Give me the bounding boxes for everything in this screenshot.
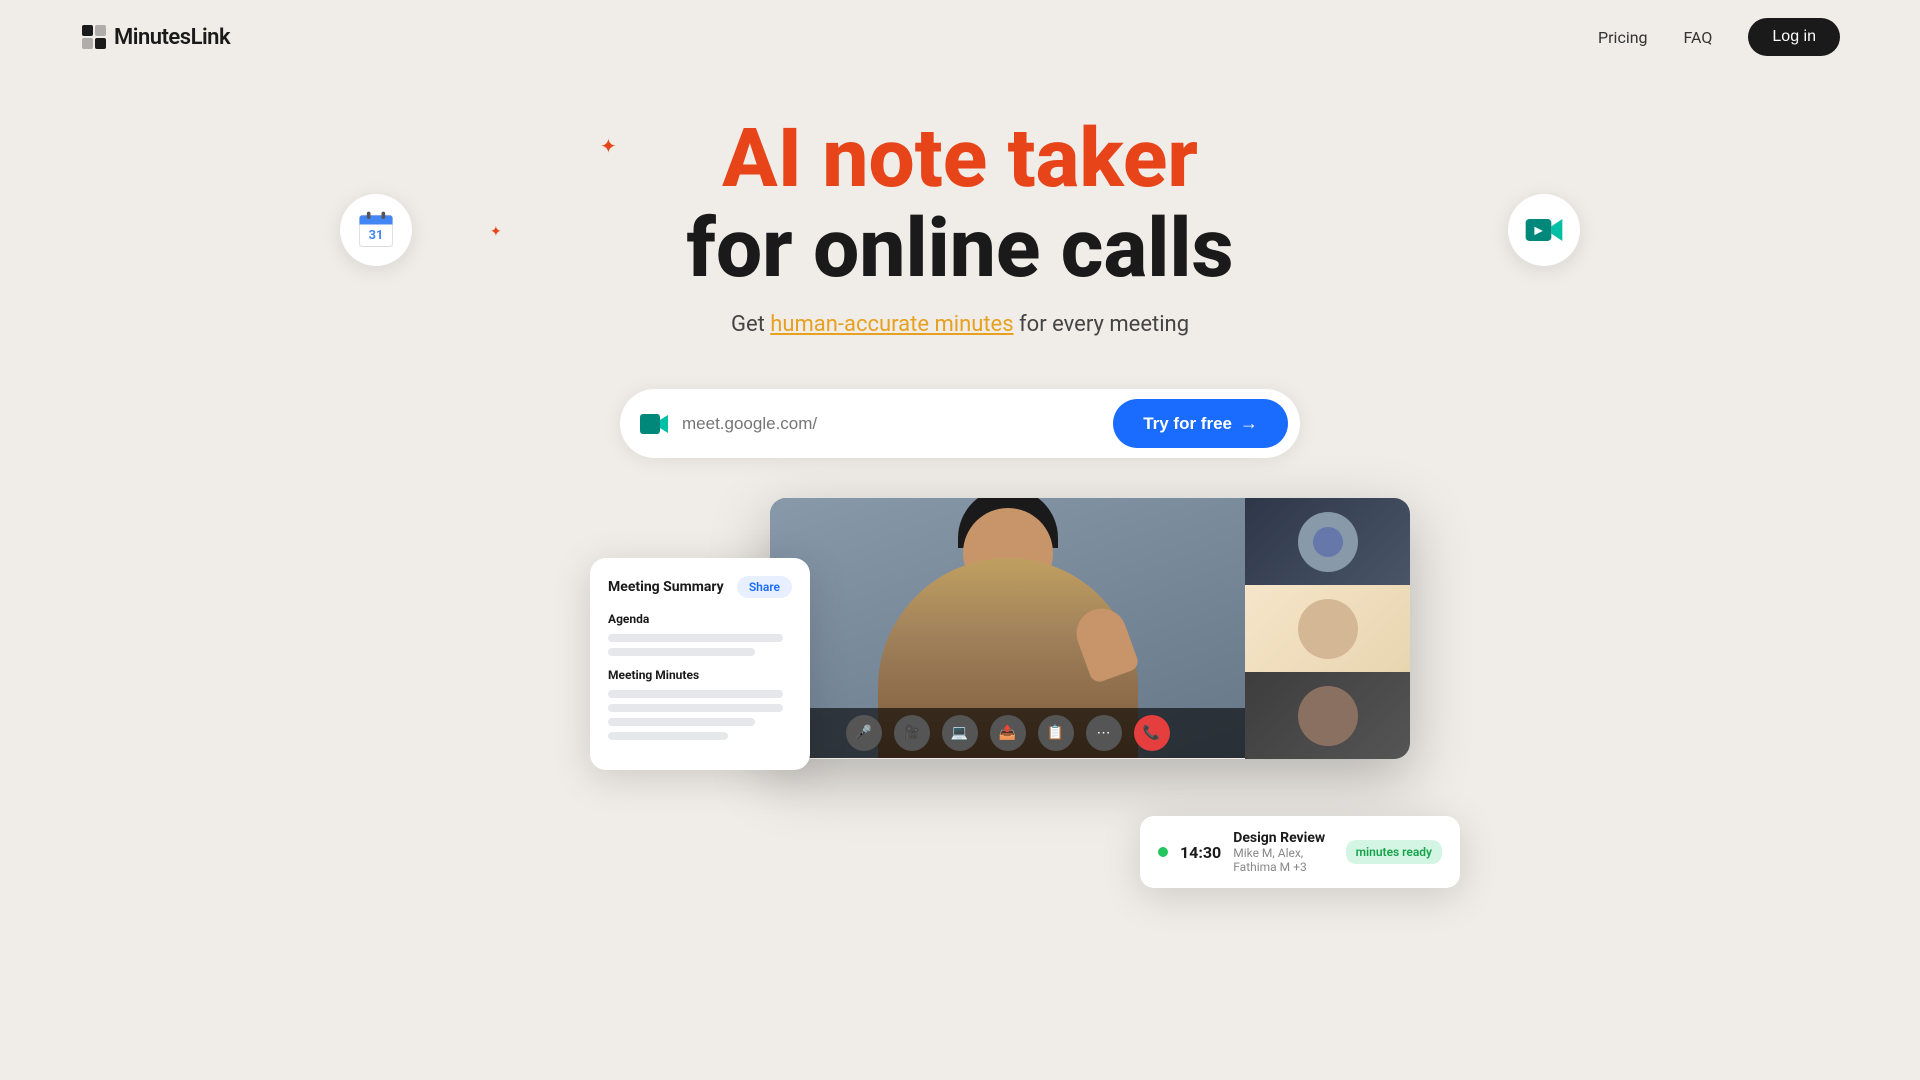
screen-share-button[interactable]: 💻 bbox=[942, 715, 978, 751]
agenda-line-2 bbox=[608, 648, 755, 656]
try-free-button[interactable]: Try for free → bbox=[1113, 399, 1288, 448]
url-input[interactable] bbox=[682, 414, 1113, 434]
sparkle-icon-2: ✦ bbox=[490, 224, 502, 240]
minutes-line-2 bbox=[608, 704, 783, 712]
pricing-link[interactable]: Pricing bbox=[1598, 28, 1648, 47]
thumb-person-3 bbox=[1245, 672, 1410, 759]
thumb-person-2 bbox=[1245, 585, 1410, 672]
card-minutes-section: Meeting Minutes bbox=[608, 668, 792, 740]
whiteboard-button[interactable]: 📋 bbox=[1038, 715, 1074, 751]
demo-area: Meeting Summary Share Agenda Meeting Min… bbox=[460, 498, 1460, 898]
agenda-line-1 bbox=[608, 634, 783, 642]
minutes-line-1 bbox=[608, 690, 783, 698]
login-button[interactable]: Log in bbox=[1748, 18, 1840, 56]
main-video: 🎤 🎥 💻 📤 📋 ⋯ 📞 bbox=[770, 498, 1245, 758]
notif-time: 14:30 bbox=[1180, 843, 1221, 862]
video-controls: 🎤 🎥 💻 📤 📋 ⋯ 📞 bbox=[770, 708, 1245, 758]
notif-info: Design Review Mike M, Alex, Fathima M +3 bbox=[1233, 830, 1333, 874]
share-button[interactable]: 📤 bbox=[990, 715, 1026, 751]
svg-text:▶: ▶ bbox=[1534, 226, 1544, 237]
video-call-mockup: 🎤 🎥 💻 📤 📋 ⋯ 📞 bbox=[770, 498, 1410, 759]
more-button[interactable]: ⋯ bbox=[1086, 715, 1122, 751]
notif-status-badge: minutes ready bbox=[1346, 840, 1442, 864]
meeting-summary-card: Meeting Summary Share Agenda Meeting Min… bbox=[590, 558, 810, 770]
end-call-button[interactable]: 📞 bbox=[1134, 715, 1170, 751]
notif-active-dot bbox=[1158, 847, 1168, 857]
subtitle-highlight: human-accurate minutes bbox=[770, 312, 1013, 337]
minutes-line-4 bbox=[608, 732, 728, 740]
svg-text:31: 31 bbox=[369, 228, 384, 243]
meeting-notification: 14:30 Design Review Mike M, Alex, Fathim… bbox=[1140, 816, 1460, 888]
faq-link[interactable]: FAQ bbox=[1684, 28, 1713, 47]
nav-links: Pricing FAQ Log in bbox=[1598, 18, 1840, 56]
google-meet-input-icon bbox=[638, 408, 670, 440]
sparkle-icon-1: ✦ bbox=[600, 134, 617, 158]
hero-title-black: for online calls bbox=[686, 201, 1233, 297]
search-bar-wrapper: Try for free → bbox=[0, 389, 1920, 458]
logo-text: MinutesLink bbox=[114, 25, 230, 50]
mic-button[interactable]: 🎤 bbox=[846, 715, 882, 751]
hero-section: 31 ✦ ✦ ▶ AI note taker for online calls … bbox=[0, 74, 1920, 357]
search-bar: Try for free → bbox=[620, 389, 1300, 458]
camera-button[interactable]: 🎥 bbox=[894, 715, 930, 751]
share-badge[interactable]: Share bbox=[737, 576, 792, 598]
subtitle-pre: Get bbox=[731, 312, 770, 337]
try-btn-arrow-icon: → bbox=[1240, 413, 1258, 434]
card-header: Meeting Summary Share bbox=[608, 576, 792, 598]
video-layout: 🎤 🎥 💻 📤 📋 ⋯ 📞 bbox=[770, 498, 1410, 759]
google-calendar-float: 31 bbox=[340, 194, 412, 266]
video-thumbnails bbox=[1245, 498, 1410, 759]
hero-title-orange: AI note taker bbox=[722, 111, 1198, 207]
minutes-line-3 bbox=[608, 718, 755, 726]
card-title: Meeting Summary bbox=[608, 579, 724, 595]
logo-icon bbox=[80, 23, 108, 51]
agenda-label: Agenda bbox=[608, 612, 792, 626]
card-agenda-section: Agenda bbox=[608, 612, 792, 656]
minutes-label: Meeting Minutes bbox=[608, 668, 792, 682]
hero-title: AI note taker for online calls bbox=[20, 114, 1900, 294]
notif-attendees: Mike M, Alex, Fathima M +3 bbox=[1233, 846, 1333, 874]
google-meet-float: ▶ bbox=[1508, 194, 1580, 266]
navbar: MinutesLink Pricing FAQ Log in bbox=[0, 0, 1920, 74]
notif-meeting-title: Design Review bbox=[1233, 830, 1333, 846]
try-btn-label: Try for free bbox=[1143, 414, 1232, 434]
subtitle-post: for every meeting bbox=[1014, 312, 1189, 337]
google-meet-icon: ▶ bbox=[1522, 208, 1566, 252]
hero-subtitle: Get human-accurate minutes for every mee… bbox=[20, 312, 1900, 337]
thumb-person-1 bbox=[1245, 498, 1410, 585]
logo[interactable]: MinutesLink bbox=[80, 23, 230, 51]
google-calendar-icon: 31 bbox=[354, 208, 398, 252]
